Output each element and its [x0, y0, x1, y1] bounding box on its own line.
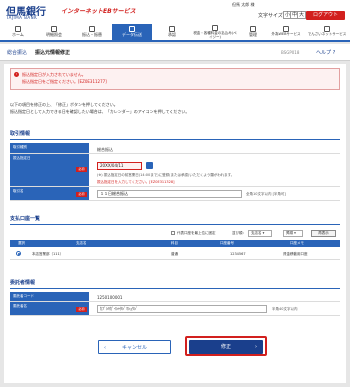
required-badge: 必須	[76, 167, 87, 172]
nav-label: 管理	[249, 32, 257, 37]
error-box: ! 振込指定日が入力されていません。 振込指定日をご指定ください。[EZ0E31…	[10, 68, 340, 90]
help-icon: ?	[332, 50, 336, 56]
section-divider	[10, 288, 340, 289]
sub-header: 総合振込 振込元情報修正 BSGP018 ヘルプ ?	[0, 44, 350, 61]
instruction-1: 以下の項目を修正の上、「修正」ボタンを押してください。	[10, 102, 118, 107]
pay-easy-icon	[212, 25, 218, 31]
page-title: 振込元情報修正	[35, 50, 71, 56]
consignor-code-value: 1250100001	[97, 295, 123, 300]
user-name: 但馬 太郎 様	[232, 2, 255, 7]
column-header: 口座番号	[220, 241, 234, 245]
sort-key-value: 支店名	[251, 231, 262, 235]
nav-admin[interactable]: 管理	[238, 24, 268, 40]
section-title: 取引情報	[10, 131, 31, 137]
nav-label: 税金・各種料金の払込み(ペイジー)	[193, 31, 237, 39]
nav-densai[interactable]: でんさいネットサービス	[304, 24, 350, 40]
calendar-icon[interactable]	[146, 162, 153, 169]
account-radio[interactable]	[16, 251, 21, 256]
transfer-type-value: 総合振込	[97, 147, 113, 152]
transaction-name-note: 全角10文字以内 [半角可]	[246, 192, 286, 196]
nav-approval[interactable]: 承認	[152, 24, 192, 40]
column-header: 口座メモ	[290, 241, 304, 245]
cancel-label: キャンセル	[121, 345, 147, 351]
field-label: 取引種別	[10, 143, 89, 153]
cancel-button[interactable]: ‹ キャンセル	[98, 340, 171, 354]
font-size-large-button[interactable]: 大	[297, 11, 306, 19]
home-icon	[15, 26, 21, 32]
approval-icon	[169, 26, 175, 32]
bank-logo-en: TAJIMA BANK	[6, 15, 38, 20]
submit-label: 修正	[220, 344, 231, 350]
document-icon	[51, 26, 57, 32]
fix-representative-label: 代表口座を最上位に固定	[177, 231, 216, 235]
nav-label: 振込・振替	[82, 32, 102, 37]
help-link[interactable]: ヘルプ ?	[316, 49, 335, 56]
nav-statement[interactable]: 明細照会	[36, 24, 72, 40]
section-title: 支払口座一覧	[10, 216, 41, 222]
transaction-name-input[interactable]: １１日総合振込	[97, 190, 242, 198]
nav-label: データ伝送	[122, 32, 142, 37]
branch-cell: 本店営業部（111）	[32, 252, 64, 256]
error-message-2: 振込指定日をご指定ください。[EZ0E311277]	[22, 79, 107, 84]
font-size-label: 文字サイズ	[258, 13, 283, 19]
nav-transfer[interactable]: 振込・振替	[72, 24, 112, 40]
table-row[interactable]: 本店営業部（111） 普通 1234567 資金移動用口座	[10, 248, 340, 260]
nav-foreign-exchange[interactable]: 外為WEBサービス	[268, 24, 304, 40]
row-transfer-date: 振込指定日 必須	[10, 154, 340, 187]
transfer-date-note: (※) 振込指定日の前営業日(14:00まで)に登録(または承認)いただくよう願…	[97, 173, 235, 177]
help-label: ヘルプ	[316, 50, 332, 56]
nav-label: でんさいネットサービス	[307, 32, 347, 36]
redisplay-button[interactable]: 再表示	[311, 230, 336, 237]
screen-code: BSGP018	[281, 50, 300, 55]
densai-icon	[324, 26, 330, 32]
submit-button[interactable]: 修正 ›	[189, 340, 263, 354]
sort-key-select[interactable]: 支店名 ▾	[248, 230, 272, 237]
error-message-1: 振込指定日が入力されていません。	[22, 72, 86, 77]
table-header: 選択 支店名 科目 口座番号 口座メモ	[10, 240, 340, 247]
section-title: 委託者情報	[10, 280, 36, 286]
sort-order-value: 昇順	[286, 231, 293, 235]
transfer-date-error: 振込指定日を入力してください。[EZ0E311328]	[97, 180, 175, 184]
nav-data-transmission[interactable]: データ伝送	[112, 24, 152, 40]
column-header: 科目	[171, 241, 178, 245]
account-number-cell: 1234567	[230, 252, 246, 256]
nav-pay-easy[interactable]: 税金・各種料金の払込み(ペイジー)	[192, 24, 238, 40]
section-divider	[10, 224, 340, 225]
consignor-name-input[interactable]: ｶﾌﾞｼｷｶﾞｲｼｬﾀｼﾞﾏｼｮｳｼﾞ	[97, 305, 267, 313]
data-icon	[129, 26, 135, 32]
global-nav: ホーム 明細照会 振込・振替 データ伝送 承認 税金・各種料金の払込み(ペイジー…	[0, 24, 350, 42]
chevron-right-icon: ›	[255, 344, 257, 350]
row-transfer-type: 取引種別 総合振込	[10, 143, 340, 154]
nav-label: 明細照会	[46, 32, 62, 37]
breadcrumb[interactable]: 総合振込	[7, 49, 27, 56]
fix-representative-checkbox[interactable]	[171, 231, 175, 235]
section-divider	[10, 139, 340, 140]
nav-home[interactable]: ホーム	[0, 24, 36, 40]
service-name: インターネットEBサービス	[61, 8, 136, 15]
sort-label: 並び順：	[232, 231, 246, 235]
error-icon: !	[14, 72, 19, 77]
logout-button[interactable]: ログアウト	[306, 11, 345, 20]
field-label: 委託者コード	[10, 292, 89, 301]
required-badge: 必須	[76, 307, 87, 312]
row-consignor-code: 委託者コード 1250100001	[10, 292, 340, 302]
globe-icon	[283, 26, 289, 32]
column-header: 選択	[18, 241, 25, 245]
required-badge: 必須	[76, 192, 87, 197]
nav-label: ホーム	[12, 32, 24, 37]
gear-icon	[250, 26, 256, 32]
sort-order-select[interactable]: 昇順 ▾	[283, 230, 303, 237]
chevron-left-icon: ‹	[104, 345, 106, 351]
transfer-icon	[89, 26, 95, 32]
nav-label: 承認	[168, 32, 176, 37]
account-memo-cell: 資金移動用口座	[283, 252, 308, 256]
column-header: 支店名	[76, 241, 87, 245]
instruction-2: 振込指定日として入力できる日を確認したい場合は、「カレンダー」のアイコンを押して…	[10, 109, 190, 114]
nav-label: 外為WEBサービス	[271, 32, 301, 36]
subject-cell: 普通	[171, 252, 178, 256]
transfer-date-input[interactable]: 20XX/04/11	[97, 162, 142, 170]
button-bar: ‹ キャンセル 修正 ›	[10, 332, 340, 362]
page: 但馬銀行 TAJIMA BANK インターネットEBサービス 但馬 太郎 様 文…	[0, 0, 350, 387]
consignor-name-note: 半角40文字以内	[272, 307, 298, 311]
